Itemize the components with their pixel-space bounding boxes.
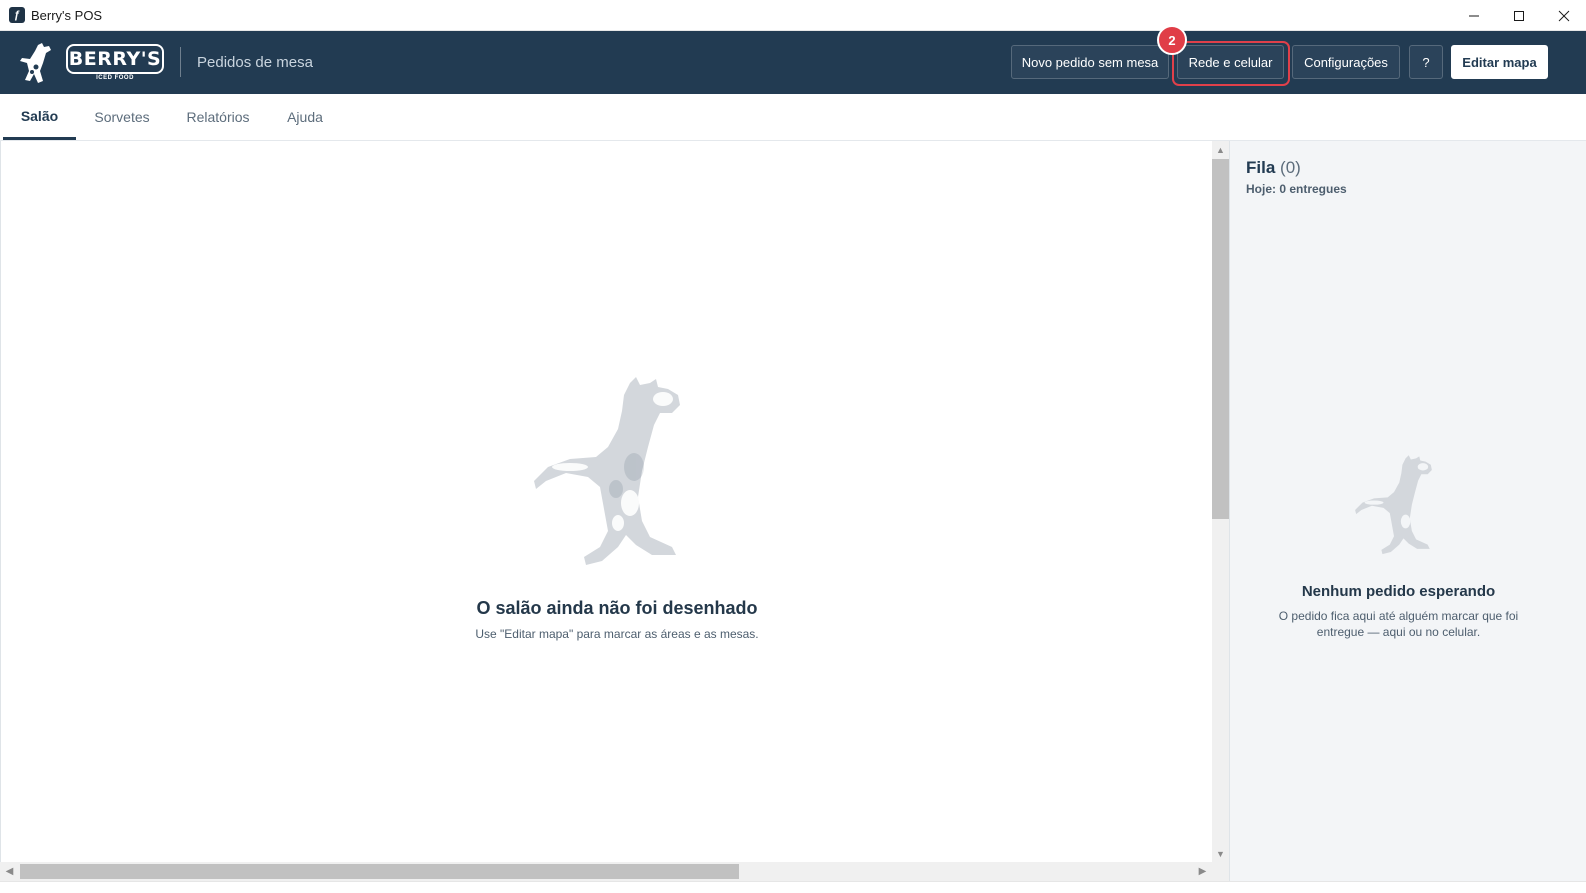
horizontal-scrollbar-thumb[interactable]: [20, 864, 739, 879]
brand-logo: BERRY'S: [66, 44, 164, 74]
page-title: Pedidos de mesa: [197, 54, 313, 71]
empty-state: O salão ainda não foi desenhado Use "Edi…: [431, 371, 803, 641]
minimize-button[interactable]: [1451, 0, 1496, 31]
queue-title-label: Fila: [1246, 158, 1276, 177]
tab-sorvetes[interactable]: Sorvetes: [86, 94, 158, 140]
app-header: BERRY'S ICED FOOD Pedidos de mesa Novo p…: [0, 31, 1586, 94]
mascot-illustration-icon: [533, 377, 680, 565]
window-bottom-edge: [0, 881, 1586, 893]
header-divider: [180, 47, 181, 77]
queue-empty-state: Nenhum pedido esperando O pedido fica aq…: [1230, 451, 1567, 640]
queue-empty-title: Nenhum pedido esperando: [1301, 583, 1496, 600]
new-order-without-table-button[interactable]: Novo pedido sem mesa: [1011, 45, 1169, 79]
queue-delivered-today: Hoje: 0 entregues: [1246, 182, 1347, 196]
close-button[interactable]: [1541, 0, 1586, 31]
mascot-small-icon: [1354, 455, 1432, 555]
edit-map-button[interactable]: Editar mapa: [1451, 45, 1548, 79]
window-title: Berry's POS: [31, 7, 103, 23]
window-titlebar: ƒ Berry's POS: [0, 0, 1586, 31]
tab-relatorios[interactable]: Relatórios: [178, 94, 258, 140]
empty-state-title: O salão ainda não foi desenhado: [476, 598, 758, 618]
minimize-icon: [1468, 15, 1479, 16]
close-icon: [1558, 10, 1569, 21]
queue-count: (0): [1280, 158, 1301, 177]
scroll-left-arrow-icon[interactable]: ◀: [1, 862, 18, 881]
scroll-right-arrow-icon[interactable]: ▶: [1194, 862, 1211, 881]
help-button[interactable]: ?: [1409, 45, 1443, 79]
app-icon: ƒ: [9, 7, 25, 23]
queue-panel: Fila (0) Hoje: 0 entregues Nenhum pedido…: [1229, 141, 1586, 881]
empty-state-description: Use "Editar mapa" para marcar as áreas e…: [475, 627, 759, 641]
queue-title: Fila (0): [1246, 158, 1301, 178]
mascot-logo-icon: [20, 43, 51, 83]
maximize-button[interactable]: [1496, 0, 1541, 31]
maximize-icon: [1513, 10, 1524, 21]
floor-map-canvas[interactable]: O salão ainda não foi desenhado Use "Edi…: [0, 141, 1212, 862]
tab-bar: Salão Sorvetes Relatórios Ajuda: [0, 94, 1586, 141]
horizontal-scrollbar[interactable]: ◀ ▶: [0, 862, 1212, 881]
vertical-scrollbar[interactable]: ▲ ▼: [1212, 141, 1229, 862]
network-and-mobile-button[interactable]: Rede e celular: [1177, 45, 1284, 79]
window-controls: [1451, 0, 1586, 31]
scroll-corner: [1212, 862, 1229, 881]
tutorial-step-badge: 2: [1157, 25, 1187, 55]
tab-ajuda[interactable]: Ajuda: [280, 94, 330, 140]
scroll-up-arrow-icon[interactable]: ▲: [1212, 141, 1229, 158]
queue-empty-description: O pedido fica aqui até alguém marcar que…: [1278, 609, 1519, 639]
scroll-down-arrow-icon[interactable]: ▼: [1212, 845, 1229, 862]
vertical-scrollbar-thumb[interactable]: [1212, 159, 1229, 519]
brand-logo-subtext: ICED FOOD: [96, 75, 134, 81]
tab-salao[interactable]: Salão: [3, 94, 76, 140]
settings-button[interactable]: Configurações: [1292, 45, 1400, 79]
